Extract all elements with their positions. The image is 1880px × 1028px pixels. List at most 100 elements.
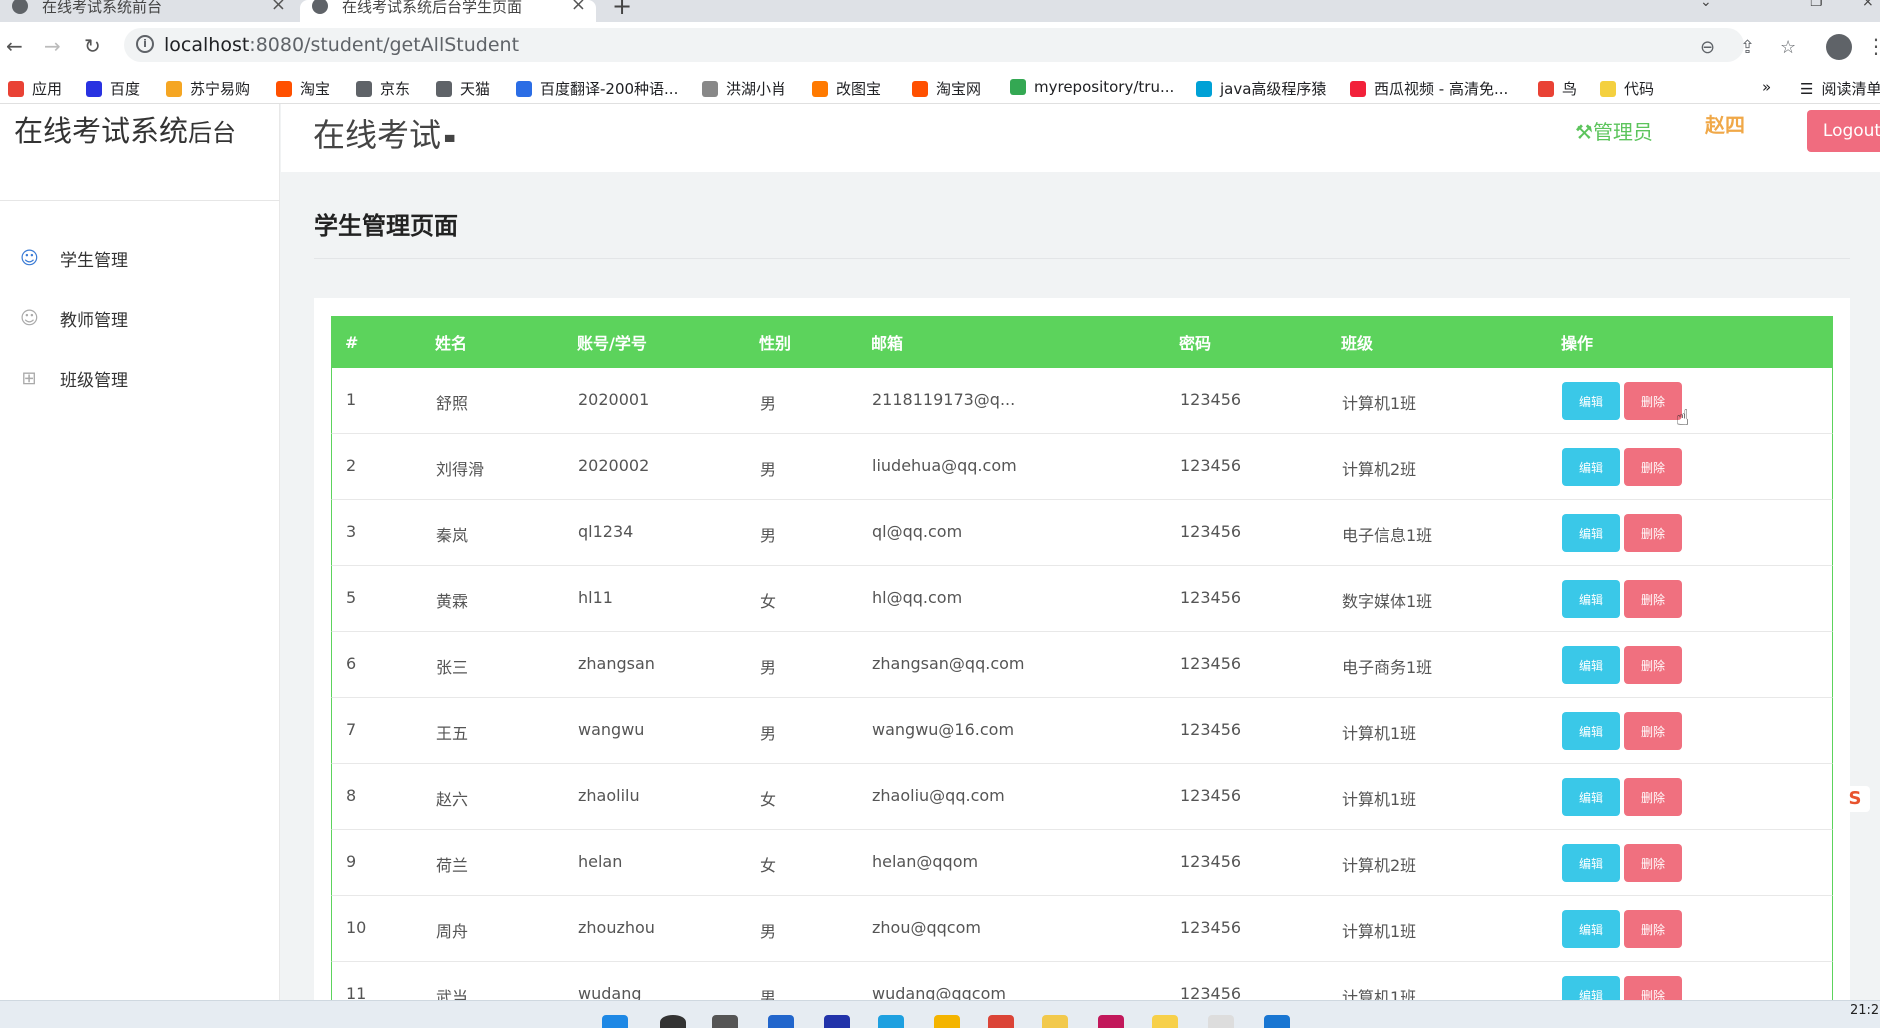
- delete-button[interactable]: 删除: [1624, 910, 1682, 948]
- student-gender: 男: [760, 658, 777, 677]
- student-class: 计算机1班: [1342, 790, 1417, 809]
- os-taskbar: 21:29: [0, 1000, 1880, 1028]
- app-icon[interactable]: [1152, 1015, 1178, 1028]
- sidebar-item-classes[interactable]: ⊞ 班级管理: [20, 366, 128, 391]
- app-icon[interactable]: [1208, 1015, 1234, 1028]
- bookmark-item[interactable]: 苏宁易购: [166, 78, 250, 99]
- bookmark-item[interactable]: 淘宝: [276, 78, 330, 99]
- star-icon[interactable]: ☆: [1780, 37, 1796, 58]
- student-password: 123456: [1180, 456, 1242, 475]
- info-icon[interactable]: i: [136, 35, 154, 53]
- reload-icon[interactable]: ↻: [84, 34, 101, 58]
- bookmark-item[interactable]: 百度翻译-200种语...: [516, 78, 678, 99]
- bookmark-item[interactable]: 洪湖小肖: [702, 78, 786, 99]
- table-row: 5 黄霖 hl11 女 hl@qq.com 123456 数字媒体1班 编辑 删除: [331, 566, 1833, 632]
- edge-icon[interactable]: [878, 1015, 904, 1028]
- restore-icon[interactable]: ❐: [1810, 0, 1823, 10]
- student-password: 123456: [1180, 720, 1242, 739]
- edit-button[interactable]: 编辑: [1562, 712, 1620, 750]
- url-text[interactable]: localhost:8080/student/getAllStudent: [164, 34, 519, 56]
- student-class: 计算机1班: [1342, 394, 1417, 413]
- delete-button[interactable]: 删除: [1624, 514, 1682, 552]
- student-class: 电子信息1班: [1342, 526, 1433, 545]
- bookmark-item[interactable]: 京东: [356, 78, 410, 99]
- browser-tab-frontend[interactable]: 在线考试系统前台 ×: [0, 0, 296, 22]
- taobao-icon: [912, 80, 928, 97]
- delete-button[interactable]: 删除: [1624, 844, 1682, 882]
- edit-button[interactable]: 编辑: [1562, 778, 1620, 816]
- reading-list[interactable]: ☰ 阅读清单: [1800, 78, 1880, 99]
- chrome-active-icon[interactable]: [988, 1015, 1014, 1028]
- edit-button[interactable]: 编辑: [1562, 646, 1620, 684]
- role-link[interactable]: ⚒管理员: [1575, 116, 1653, 145]
- edit-button[interactable]: 编辑: [1562, 448, 1620, 486]
- sidebar: 在线考试系统后台 ☺ 学生管理 ☺ 教师管理 ⊞ 班级管理: [0, 104, 280, 1000]
- column-header: #: [345, 332, 359, 352]
- column-header: 班级: [1341, 334, 1374, 353]
- zoom-icon[interactable]: ⊖: [1700, 37, 1715, 58]
- bookmark-item[interactable]: 百度: [86, 78, 140, 99]
- back-icon[interactable]: ←: [6, 34, 23, 58]
- task-view-icon[interactable]: [712, 1015, 738, 1028]
- bookmark-apps[interactable]: 应用: [8, 78, 62, 99]
- new-tab-plus-icon[interactable]: +: [612, 0, 632, 20]
- logout-button[interactable]: Logout: [1807, 110, 1880, 152]
- browser-tab-active[interactable]: 在线考试系统后台学生页面 ×: [300, 0, 596, 22]
- forward-icon[interactable]: →: [44, 34, 61, 58]
- search-icon[interactable]: [660, 1015, 686, 1028]
- close-icon[interactable]: ×: [571, 0, 586, 15]
- student-name: 舒照: [436, 394, 469, 413]
- sogou-input-icon[interactable]: S: [1840, 786, 1870, 812]
- menu-icon[interactable]: ⋮: [1866, 34, 1880, 58]
- folder-icon[interactable]: [1042, 1015, 1068, 1028]
- intellij-icon[interactable]: [1098, 1015, 1124, 1028]
- widgets-icon[interactable]: [768, 1015, 794, 1028]
- bookmark-item[interactable]: 代码: [1600, 78, 1654, 99]
- edit-button[interactable]: 编辑: [1562, 844, 1620, 882]
- close-window-icon[interactable]: ×: [1862, 0, 1874, 10]
- bookmarks-overflow[interactable]: »: [1762, 78, 1771, 96]
- table-body: 1 舒照 2020001 男 2118119173@q... 123456 计算机1班 编辑删…: [331, 368, 1833, 1028]
- sidebar-item-teachers[interactable]: ☺ 教师管理: [20, 306, 128, 331]
- bookmark-item[interactable]: myrepository/tru...: [1010, 78, 1174, 96]
- student-email: ql@qq.com: [872, 522, 963, 541]
- bookmark-item[interactable]: java高级程序猿: [1196, 78, 1326, 99]
- delete-button[interactable]: 删除: [1624, 448, 1682, 486]
- delete-button[interactable]: 删除: [1624, 778, 1682, 816]
- chevron-down-icon[interactable]: ⌄: [1700, 0, 1712, 10]
- delete-button[interactable]: 删除: [1624, 712, 1682, 750]
- edit-button[interactable]: 编辑: [1562, 514, 1620, 552]
- delete-button[interactable]: 删除: [1624, 382, 1682, 420]
- share-icon[interactable]: ⇪: [1740, 37, 1755, 58]
- bookmark-item[interactable]: 天猫: [436, 78, 490, 99]
- profile-avatar[interactable]: [1826, 34, 1852, 60]
- reading-list-icon: ☰: [1800, 79, 1814, 98]
- address-bar[interactable]: i localhost:8080/student/getAllStudent ⊖…: [124, 28, 1796, 62]
- delete-button[interactable]: 删除: [1624, 646, 1682, 684]
- student-gender: 男: [760, 724, 777, 743]
- edit-button[interactable]: 编辑: [1562, 580, 1620, 618]
- edit-button[interactable]: 编辑: [1562, 910, 1620, 948]
- close-icon[interactable]: ×: [271, 0, 286, 15]
- browser-tab-bar: 在线考试系统前台 × 在线考试系统后台学生页面 × + ⌄ ❐ ×: [0, 0, 1880, 22]
- bookmark-item[interactable]: 淘宝网: [912, 78, 981, 99]
- bookmark-item[interactable]: 鸟: [1538, 78, 1577, 99]
- delete-button[interactable]: 删除: [1624, 580, 1682, 618]
- edit-button[interactable]: 编辑: [1562, 382, 1620, 420]
- row-id: 10: [346, 918, 367, 937]
- taobao-icon: [276, 80, 292, 97]
- student-name: 秦岚: [436, 526, 469, 545]
- bookmark-item[interactable]: 西瓜视频 - 高清免...: [1350, 78, 1508, 99]
- bookmark-item[interactable]: 改图宝: [812, 78, 881, 99]
- student-email: zhaoliu@qq.com: [872, 786, 1005, 805]
- sidebar-item-students[interactable]: ☺ 学生管理: [20, 246, 128, 271]
- student-account: zhouzhou: [578, 918, 655, 937]
- windows-start-icon[interactable]: [602, 1015, 628, 1028]
- student-class: 计算机1班: [1342, 922, 1417, 941]
- app-icon[interactable]: [824, 1015, 850, 1028]
- app-icon[interactable]: [1264, 1015, 1290, 1028]
- row-id: 6: [346, 654, 357, 673]
- student-password: 123456: [1180, 786, 1242, 805]
- chrome-icon[interactable]: [934, 1015, 960, 1028]
- bilibili-icon: [1196, 80, 1212, 97]
